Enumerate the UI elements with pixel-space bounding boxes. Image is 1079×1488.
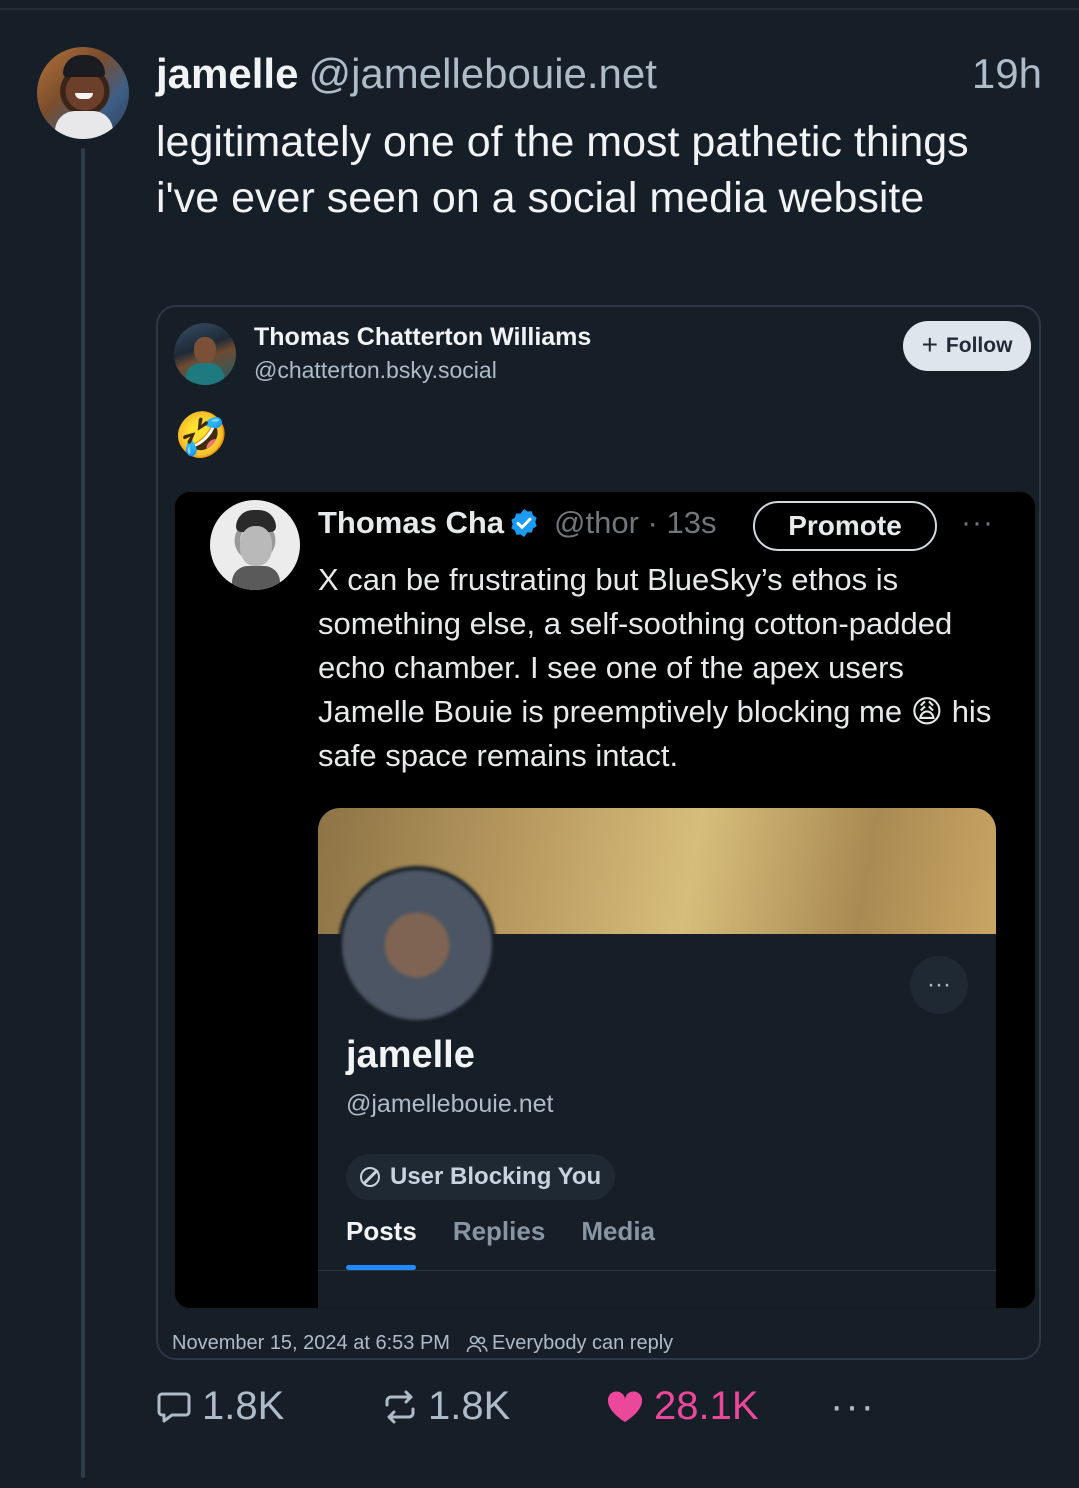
post-time[interactable]: 19h (972, 50, 1042, 98)
screenshot-post-header: Thomas Cha @thor · 13s (318, 504, 716, 542)
reply-count: 1.8K (202, 1384, 285, 1428)
weary-face-emoji: 😩 (910, 694, 944, 729)
like-count: 28.1K (654, 1384, 759, 1428)
more-options-button[interactable]: ··· (830, 1384, 876, 1429)
reply-icon (157, 1392, 191, 1422)
heart-icon (607, 1390, 643, 1422)
screenshot-author-name: Thomas Cha (318, 505, 505, 540)
profile-tabs: Posts Replies Media (346, 1216, 655, 1247)
post-header: jamelle @jamellebouie.net (156, 50, 657, 98)
author-avatar[interactable] (37, 47, 129, 139)
author-display-name[interactable]: jamelle (156, 50, 298, 97)
quoted-author-avatar[interactable] (174, 323, 236, 385)
quoted-post-card[interactable]: Thomas Chatterton Williams @chatterton.b… (156, 305, 1041, 1360)
profile-name: jamelle (346, 1034, 475, 1076)
quoted-author-handle[interactable]: @chatterton.bsky.social (254, 357, 497, 384)
thread-line (81, 148, 85, 1478)
user-blocking-label: User Blocking You (390, 1163, 602, 1190)
tab-posts: Posts (346, 1216, 417, 1246)
quoted-author-name[interactable]: Thomas Chatterton Williams (254, 323, 591, 352)
profile-avatar-blurred (338, 866, 496, 1024)
reply-setting-label: Everybody can reply (491, 1332, 674, 1354)
verified-badge-icon (508, 507, 540, 539)
screenshot-more-icon: ··· (961, 506, 994, 539)
reply-button[interactable]: 1.8K (156, 1384, 284, 1429)
screenshot-post-text: X can be frustrating but BlueSky’s ethos… (318, 558, 1008, 778)
repost-icon (385, 1390, 415, 1423)
profile-more-icon: ··· (910, 956, 968, 1014)
tab-replies: Replies (452, 1216, 546, 1246)
screenshot-promote-button: Promote (753, 501, 937, 551)
top-divider (0, 8, 1079, 10)
screenshot-handle-time: @thor · 13s (554, 505, 717, 540)
people-icon (466, 1334, 488, 1354)
quoted-post-footer: November 15, 2024 at 6:53 PM Everybody c… (172, 1332, 673, 1355)
like-button[interactable]: 28.1K (606, 1384, 759, 1429)
tab-media: Media (581, 1216, 655, 1246)
quoted-post-timestamp: November 15, 2024 at 6:53 PM (172, 1332, 450, 1354)
screenshot-text-part1: X can be frustrating but BlueSky’s ethos… (318, 562, 953, 729)
quoted-post-emoji: 🤣 (174, 411, 229, 460)
follow-label: Follow (945, 334, 1013, 357)
plus-icon: + (921, 328, 938, 360)
repost-button[interactable]: 1.8K (382, 1384, 510, 1429)
screenshot-profile-card: ··· jamelle @jamellebouie.net User Block… (318, 808, 996, 1308)
user-blocking-badge: User Blocking You (346, 1154, 616, 1200)
post-actions-bar: 1.8K 1.8K 28.1K ··· (156, 1384, 1036, 1436)
ban-icon (360, 1167, 380, 1187)
screenshot-author-avatar (210, 500, 300, 590)
profile-tabs-divider (318, 1270, 996, 1271)
profile-handle: @jamellebouie.net (346, 1090, 554, 1118)
repost-count: 1.8K (428, 1384, 511, 1428)
embedded-screenshot-image[interactable]: Thomas Cha @thor · 13s Promote ··· X can… (174, 491, 1036, 1309)
follow-button[interactable]: + Follow (903, 321, 1031, 371)
author-handle[interactable]: @jamellebouie.net (308, 50, 657, 97)
post-text: legitimately one of the most pathetic th… (156, 118, 969, 222)
